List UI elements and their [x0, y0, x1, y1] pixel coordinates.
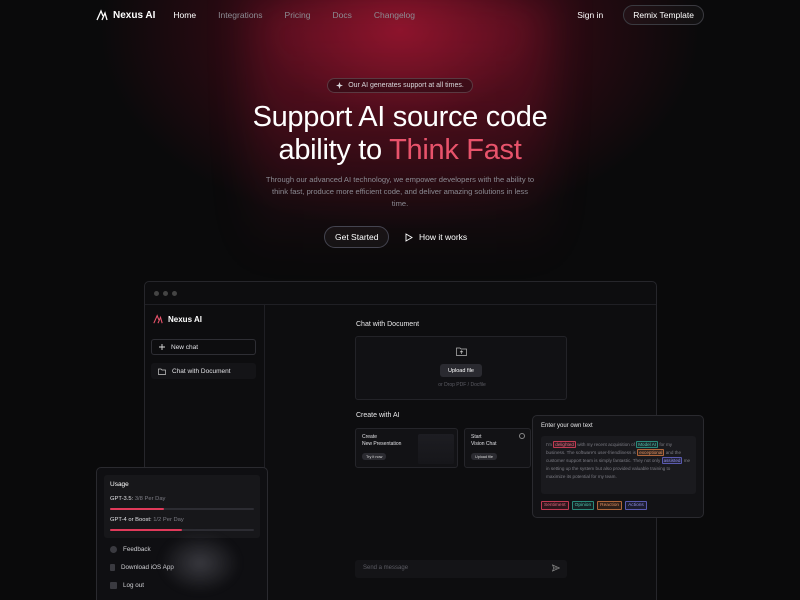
- logo-icon: [153, 314, 163, 324]
- hero-title-line1: Support AI source code: [252, 101, 548, 133]
- hero-title-accent: Think Fast: [389, 134, 522, 166]
- card-title-line1: Start: [471, 434, 482, 440]
- reaction-tag: exceptional: [637, 449, 665, 457]
- legend-actions[interactable]: Actions: [625, 501, 647, 510]
- folder-upload-icon: [456, 347, 467, 356]
- phone-icon: [110, 564, 115, 571]
- vision-chat-card[interactable]: Start Vision Chat Upload file: [464, 428, 531, 468]
- usage-row-label: GPT-3.5:: [110, 496, 134, 502]
- announcement-pill[interactable]: Our AI generates support at all times.: [327, 78, 473, 93]
- upload-hint: or Drop PDF / Docfile: [438, 382, 486, 388]
- signin-link[interactable]: Sign in: [577, 10, 603, 20]
- try-it-now-button[interactable]: Try it now: [362, 453, 387, 460]
- usage-row: GPT-4 or Boost: 1/2 Per Day: [110, 517, 184, 523]
- menu-item-label: Feedback: [123, 546, 151, 553]
- get-started-button[interactable]: Get Started: [324, 226, 390, 248]
- logout-icon: [110, 582, 117, 589]
- new-chat-button[interactable]: New chat: [151, 339, 256, 355]
- nav-link-docs[interactable]: Docs: [333, 10, 352, 20]
- window-dot: [172, 291, 177, 296]
- send-icon[interactable]: [552, 564, 560, 572]
- nav-link-pricing[interactable]: Pricing: [285, 10, 311, 20]
- feedback-icon: [110, 546, 117, 553]
- nav-links: Home Integrations Pricing Docs Changelog: [173, 10, 415, 20]
- legend-opinion[interactable]: Opinion: [571, 501, 595, 510]
- legend-reaction[interactable]: Reaction: [597, 501, 623, 510]
- how-it-works-button[interactable]: How it works: [405, 226, 467, 248]
- usage-title: Usage: [110, 481, 129, 488]
- chat-document-title: Chat with Document: [356, 321, 420, 328]
- feedback-menu-item[interactable]: Feedback: [110, 546, 151, 553]
- usage-row-label: GPT-4 or Boost:: [110, 517, 152, 523]
- window-controls: [154, 291, 177, 296]
- vision-icon: [519, 433, 525, 439]
- usage-row-value: 1/2 Per Day: [153, 517, 184, 523]
- how-it-works-label: How it works: [419, 232, 468, 242]
- usage-card: Usage GPT-3.5: 3/8 Per Day GPT-4 or Boos…: [104, 475, 260, 538]
- folder-icon: [158, 368, 166, 375]
- upload-file-button[interactable]: Upload file: [440, 364, 482, 377]
- card-title-line2: New Presentation: [362, 440, 402, 447]
- window-dot: [154, 291, 159, 296]
- hero-subtitle: Through our advanced AI technology, we e…: [265, 175, 535, 208]
- tag-legend: Sentiment Opinion Reaction Actions: [541, 501, 647, 510]
- app-brand: Nexus AI: [153, 314, 202, 324]
- analyzer-text-input[interactable]: I'm delighted with my recent acquisition…: [541, 436, 696, 494]
- remix-template-button[interactable]: Remix Template: [623, 5, 704, 25]
- sparkle-icon: [336, 82, 344, 89]
- usage-row-value: 3/8 Per Day: [134, 496, 166, 502]
- analyzer-title: Enter your own text: [541, 423, 593, 429]
- card-title-line2: Vision Chat: [471, 440, 497, 447]
- top-nav: Nexus AI Home Integrations Pricing Docs …: [0, 0, 800, 30]
- usage-row: GPT-3.5: 3/8 Per Day: [110, 496, 165, 502]
- create-presentation-card[interactable]: Create New Presentation Try it now: [355, 428, 458, 468]
- brand-logo[interactable]: Nexus AI: [96, 9, 155, 21]
- card-title-line1: Create: [362, 434, 378, 440]
- action-tag: assisted: [661, 457, 683, 465]
- sidebar-item-label: Chat with Document: [172, 367, 231, 375]
- text-segment: I'm: [546, 442, 552, 447]
- usage-progress: [110, 508, 254, 510]
- card-title: Start Vision Chat: [471, 434, 496, 447]
- text-segment: with my recent acquisition of: [577, 442, 635, 447]
- create-with-ai-title: Create with AI: [356, 412, 400, 419]
- nav-link-integrations[interactable]: Integrations: [218, 10, 262, 20]
- hero-title: Support AI source code ability to Think …: [0, 101, 800, 167]
- message-input[interactable]: Send a message: [355, 560, 567, 578]
- sentiment-tag: delighted: [553, 441, 576, 448]
- app-brand-name: Nexus AI: [168, 314, 202, 324]
- nav-actions: Sign in Remix Template: [577, 5, 704, 25]
- new-chat-label: New chat: [171, 343, 199, 351]
- nav-link-home[interactable]: Home: [173, 10, 196, 20]
- message-placeholder: Send a message: [363, 565, 409, 571]
- sidebar-item-chat-with-document[interactable]: Chat with Document: [151, 363, 256, 379]
- usage-progress-fill: [110, 508, 164, 510]
- plus-icon: [159, 344, 165, 350]
- upload-dropzone[interactable]: Upload file or Drop PDF / Docfile: [355, 336, 567, 400]
- announcement-text: Our AI generates support at all times.: [348, 82, 464, 89]
- decorative-smoke: [160, 533, 240, 593]
- logo-icon: [96, 9, 108, 21]
- nav-link-changelog[interactable]: Changelog: [374, 10, 415, 20]
- brand-name: Nexus AI: [113, 9, 156, 21]
- usage-progress-fill: [110, 529, 182, 531]
- upload-file-chip[interactable]: Upload file: [471, 453, 497, 460]
- logout-menu-item[interactable]: Log out: [110, 582, 144, 589]
- play-icon: [405, 232, 413, 242]
- legend-sentiment[interactable]: Sentiment: [541, 501, 569, 510]
- card-title: Create New Presentation: [362, 434, 401, 447]
- text-analyzer-panel: Enter your own text I'm delighted with m…: [532, 415, 704, 518]
- opinion-tag: Model AI: [636, 441, 659, 448]
- presentation-thumbnail: [418, 434, 454, 464]
- window-dot: [163, 291, 168, 296]
- hero-title-line2: ability to: [278, 134, 383, 166]
- menu-item-label: Log out: [123, 582, 145, 589]
- usage-progress: [110, 529, 254, 531]
